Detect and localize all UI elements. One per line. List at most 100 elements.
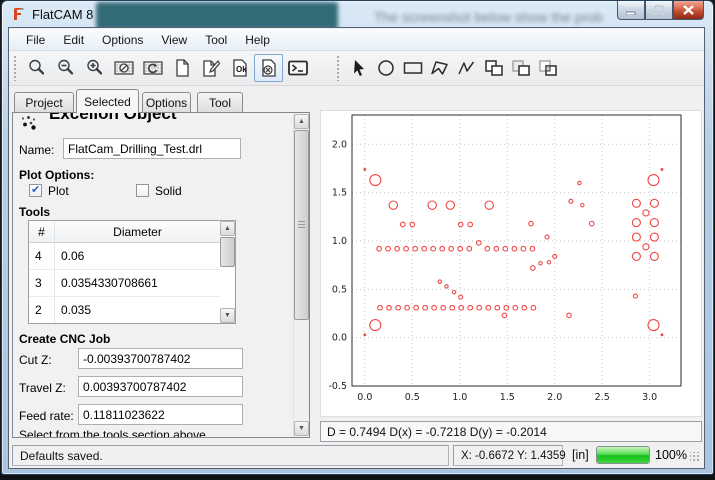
drill-hole [581, 204, 584, 207]
run-script-button[interactable]: Ok [225, 54, 254, 82]
menu-view[interactable]: View [152, 30, 196, 50]
travel-z-input[interactable] [78, 376, 243, 397]
units-label: [in] [572, 448, 589, 462]
name-input[interactable] [63, 138, 241, 159]
screen: The screenshot below show the prob FlatC… [0, 0, 715, 480]
zoom-in-icon [85, 58, 105, 78]
tool-number: 2 [29, 297, 55, 323]
table-scroll-down[interactable]: ▼ [220, 308, 235, 323]
drill-hole [503, 246, 508, 251]
draw-rectangle-button[interactable] [399, 54, 426, 82]
drill-hole [632, 199, 640, 207]
replot-button[interactable] [138, 54, 167, 82]
panel-scroll-down[interactable]: ▼ [294, 421, 309, 436]
menu-edit[interactable]: Edit [54, 30, 93, 50]
drill-hole [370, 320, 381, 331]
select-pointer-button[interactable] [345, 54, 372, 82]
menu-options[interactable]: Options [93, 30, 152, 50]
drill-hole [477, 241, 482, 246]
plot-checkbox-label: Plot [48, 184, 69, 198]
drill-hole [589, 221, 594, 226]
intersect-shapes-icon [537, 58, 559, 78]
plot-panel[interactable]: 0.00.51.01.52.02.53.0-0.50.00.51.01.52.0 [320, 110, 702, 417]
toolbar-grip[interactable] [13, 55, 17, 81]
drill-hole [459, 295, 463, 299]
replot-icon [142, 58, 164, 78]
column-header-number[interactable]: # [29, 221, 55, 242]
y-tick-label: 1.0 [332, 236, 347, 247]
tab-tool[interactable]: Tool [197, 92, 243, 112]
resize-grip[interactable] [690, 452, 700, 462]
shape-intersect-button[interactable] [534, 54, 561, 82]
cnc-job-heading: Create CNC Job [19, 332, 110, 346]
cut-z-label: Cut Z: [19, 353, 52, 367]
drill-hole [440, 246, 445, 251]
plot-canvas[interactable]: 0.00.51.01.52.02.53.0-0.50.00.51.01.52.0 [321, 111, 701, 416]
progress-fill [597, 447, 649, 463]
ok-file-icon: Ok [230, 58, 250, 78]
y-tick-label: 0.5 [332, 284, 347, 295]
x-tick-label: 3.0 [642, 392, 657, 403]
drill-hole [650, 199, 658, 207]
menu-file[interactable]: File [17, 30, 54, 50]
drill-hole [428, 201, 436, 209]
clear-plot-button[interactable] [109, 54, 138, 82]
table-scroll-thumb[interactable] [220, 237, 235, 267]
draw-polyline-button[interactable] [453, 54, 480, 82]
delete-object-button[interactable] [254, 54, 283, 82]
table-row[interactable]: 2 0.035 [29, 297, 220, 324]
draw-circle-button[interactable] [372, 54, 399, 82]
drill-hole [486, 305, 491, 310]
status-message-box: Defaults saved. [12, 445, 449, 466]
panel-scroll-thumb[interactable] [294, 130, 309, 320]
minimize-button[interactable] [617, 1, 645, 20]
drill-hole [512, 246, 517, 251]
clear-plot-icon [113, 58, 135, 78]
drill-hole [477, 305, 482, 310]
drill-hole [431, 246, 436, 251]
zoom-in-button[interactable] [80, 54, 109, 82]
toolbar: Ok [9, 51, 704, 86]
subtract-shapes-icon [510, 58, 532, 78]
table-scroll-up[interactable]: ▲ [220, 221, 235, 236]
shell-button[interactable] [283, 54, 312, 82]
svg-text:Ok: Ok [236, 65, 247, 74]
panel-heading: Excellon Object [49, 112, 177, 124]
tab-options[interactable]: Options [142, 92, 191, 112]
drill-hole [569, 199, 573, 203]
column-header-diameter[interactable]: Diameter [55, 221, 220, 242]
delete-file-icon [259, 58, 279, 78]
shape-union-button[interactable] [480, 54, 507, 82]
drill-hole [432, 305, 437, 310]
solid-checkbox[interactable] [136, 184, 149, 197]
panel-scrollbar[interactable]: ▲ ▼ [293, 113, 309, 437]
background-window-blob [96, 2, 338, 30]
drill-hole [364, 169, 366, 171]
menu-help[interactable]: Help [236, 30, 279, 50]
open-project-button[interactable] [196, 54, 225, 82]
cut-z-input[interactable] [78, 348, 243, 369]
panel-scroll-up[interactable]: ▲ [294, 114, 309, 129]
drill-hole [438, 280, 441, 283]
maximize-button[interactable] [645, 1, 673, 20]
draw-polygon-button[interactable] [426, 54, 453, 82]
table-row[interactable]: 4 0.06 [29, 243, 220, 270]
shape-subtract-button[interactable] [507, 54, 534, 82]
tool-diameter: 0.06 [55, 243, 220, 269]
toolbar-grip-2[interactable] [336, 55, 340, 81]
plot-checkbox[interactable] [29, 184, 42, 197]
zoom-fit-button[interactable] [22, 54, 51, 82]
new-project-button[interactable] [167, 54, 196, 82]
close-button[interactable] [673, 1, 704, 20]
drill-hole [458, 222, 463, 227]
table-row[interactable]: 3 0.0354330708661 [29, 270, 220, 297]
drill-hole [401, 222, 406, 227]
menu-tool[interactable]: Tool [196, 30, 236, 50]
tab-selected[interactable]: Selected [76, 89, 139, 113]
feed-rate-input[interactable] [78, 404, 243, 425]
tab-project[interactable]: Project [14, 92, 74, 112]
tools-table[interactable]: # Diameter 4 0.06 3 0.0354330708661 2 0.… [28, 220, 236, 324]
zoom-out-button[interactable] [51, 54, 80, 82]
drill-hole [389, 201, 397, 209]
y-tick-label: 1.5 [332, 188, 347, 199]
